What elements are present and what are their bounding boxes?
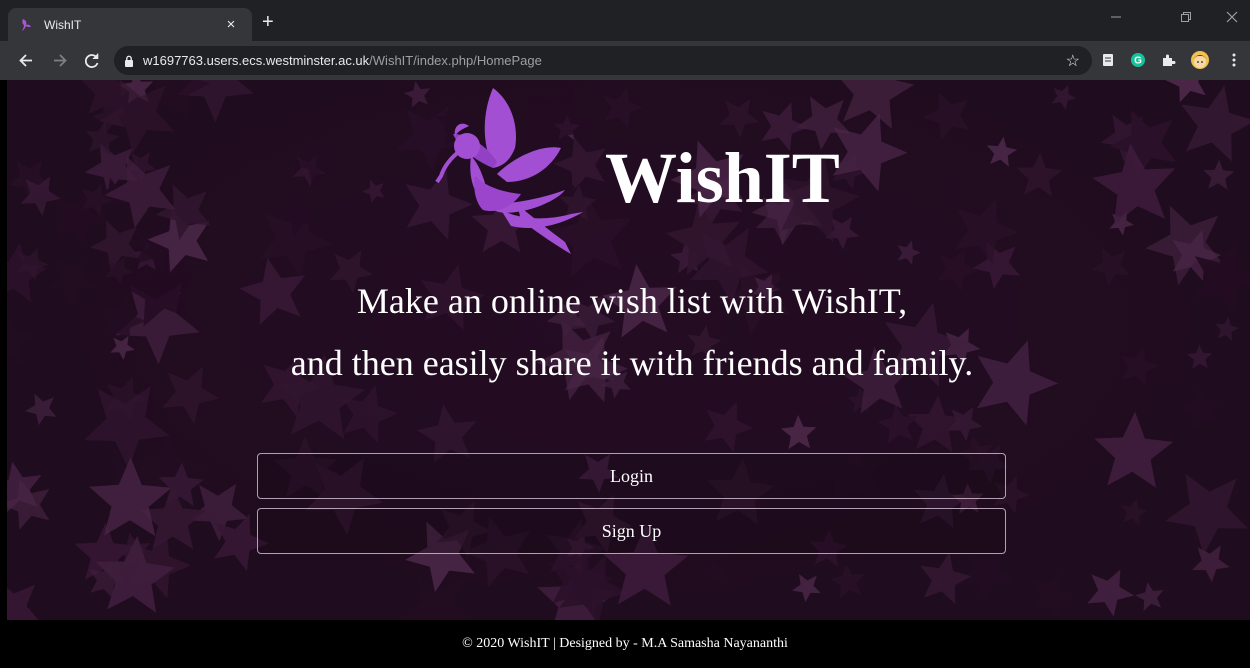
lock-icon — [125, 55, 133, 67]
signup-button[interactable]: Sign Up — [257, 508, 1006, 554]
grammarly-icon[interactable]: G — [1130, 52, 1146, 68]
tagline-line-2: and then easily share it with friends an… — [290, 343, 974, 383]
tab-title: WishIT — [44, 17, 82, 32]
address-bar[interactable]: w1697763.users.ecs.westminster.ac.uk/Wis… — [114, 46, 1092, 75]
restore-icon[interactable] — [1180, 10, 1192, 26]
star-icon[interactable]: ☆ — [1066, 51, 1080, 71]
minimize-icon[interactable] — [1110, 10, 1122, 26]
browser-tab-bar: WishIT × + — [0, 0, 1250, 41]
menu-icon[interactable] — [1226, 52, 1242, 68]
new-tab-button[interactable]: + — [262, 12, 274, 32]
fairy-favicon-icon — [22, 18, 31, 31]
reload-icon[interactable] — [84, 41, 100, 80]
hero-background: WishIT Make an online wish list with Wis… — [7, 80, 1250, 620]
back-icon[interactable] — [18, 41, 34, 80]
tagline-line-1: Make an online wish list with WishIT, — [356, 281, 908, 321]
extensions-icon[interactable] — [1160, 52, 1176, 68]
close-window-icon[interactable] — [1226, 10, 1238, 26]
hero-section: WishIT Make an online wish list with Wis… — [7, 80, 1250, 620]
login-button[interactable]: Login — [257, 453, 1006, 499]
forward-icon[interactable] — [52, 41, 68, 80]
footer: © 2020 WishIT | Designed by - M.A Samash… — [0, 620, 1250, 668]
url-path: /WishIT/index.php/HomePage — [369, 53, 542, 68]
avatar[interactable] — [1190, 50, 1210, 70]
fairy-logo-icon — [435, 88, 583, 254]
browser-toolbar: w1697763.users.ecs.westminster.ac.uk/Wis… — [0, 41, 1250, 80]
url-host: w1697763.users.ecs.westminster.ac.uk — [143, 53, 370, 68]
browser-tab[interactable]: WishIT × — [8, 8, 252, 41]
brand-title: WishIT — [605, 138, 840, 218]
tab-close-icon[interactable]: × — [222, 16, 240, 33]
svg-text:G: G — [1134, 56, 1142, 67]
reader-icon[interactable] — [1100, 52, 1116, 68]
footer-text: © 2020 WishIT | Designed by - M.A Samash… — [462, 636, 788, 651]
